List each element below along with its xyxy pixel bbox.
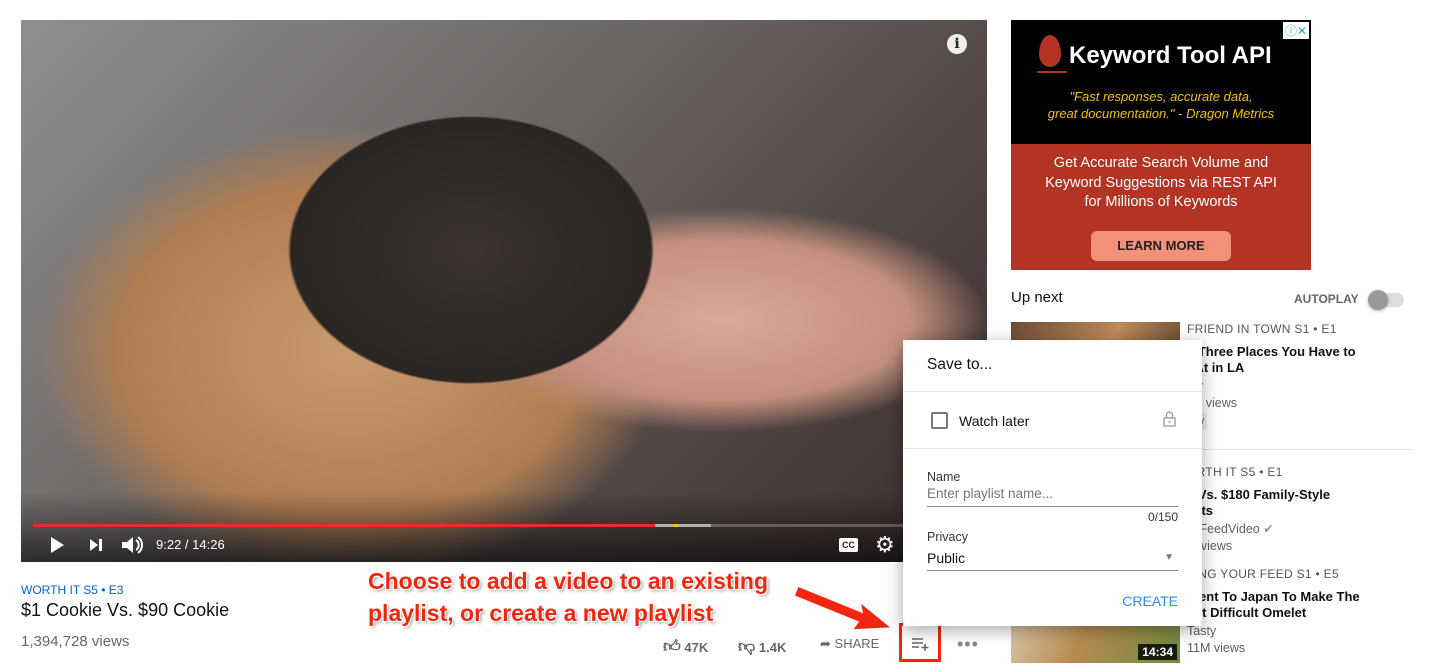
item-title[interactable]: 9 Vs. $180 Family-Style	[1187, 487, 1330, 503]
annotation-line: playlist, or create a new playlist	[368, 600, 714, 626]
item-series: ORTH IT S5 • E1	[1187, 465, 1283, 479]
dialog-title: Save to...	[927, 356, 993, 373]
ad-title: Keyword Tool API	[1069, 42, 1272, 69]
video-player[interactable]: i 9:22 / 14:26 CC ⚙	[21, 20, 987, 562]
privacy-label: Privacy	[927, 530, 968, 544]
list-item[interactable]: ORTH IT S5 • E1 9 Vs. $180 Family-Stylee…	[1187, 464, 1330, 555]
share-icon: ➦	[820, 636, 831, 651]
list-item[interactable]: FRIEND IN TOWN S1 • E1 e Three Places Yo…	[1187, 321, 1356, 430]
duration-badge: 14:34	[1138, 644, 1177, 660]
save-to-playlist-button[interactable]	[899, 623, 941, 662]
ad-logo-underline	[1037, 71, 1067, 73]
playlist-add-icon	[912, 638, 929, 651]
item-title[interactable]: t At in LA	[1187, 360, 1356, 376]
item-title[interactable]: eats	[1187, 503, 1330, 519]
view-count: 1,394,728 views	[21, 633, 130, 650]
learn-more-button[interactable]: LEARN MORE	[1091, 230, 1231, 261]
ad-quote: "Fast responses, accurate data, great doc…	[1011, 88, 1311, 122]
up-next-label: Up next	[1011, 289, 1063, 306]
autoplay-label: AUTOPLAY	[1294, 292, 1359, 306]
char-counter: 0/150	[1147, 510, 1178, 524]
input-underline	[927, 506, 1178, 507]
ad-marker	[673, 524, 678, 527]
video-title: $1 Cookie Vs. $90 Cookie	[21, 600, 230, 620]
annotation-arrow-icon	[793, 585, 894, 631]
progress-bar[interactable]	[33, 524, 975, 527]
item-series: TING YOUR FEED S1 • E5	[1187, 567, 1339, 581]
series-link[interactable]: WORTH IT S5 • E3	[21, 583, 123, 597]
played-bar	[33, 524, 655, 527]
create-button[interactable]: CREATE	[1122, 593, 1178, 609]
item-title[interactable]: ost Difficult Omelet	[1187, 605, 1360, 621]
like-button[interactable]: 👍︎ 47K	[663, 636, 708, 657]
item-views: 11M views	[1187, 641, 1246, 655]
info-icon[interactable]: i	[947, 34, 967, 54]
watch-later-checkbox[interactable]	[931, 412, 948, 429]
time-display: 9:22 / 14:26	[156, 537, 225, 552]
ad-body-line: Get Accurate Search Volume and	[1053, 155, 1269, 171]
list-item[interactable]: TING YOUR FEED S1 • E5 Went To Japan To …	[1187, 566, 1360, 657]
dislike-button[interactable]: 👎︎ 1.4K	[738, 636, 786, 657]
lock-icon	[1163, 411, 1176, 427]
ad-quote-line: "Fast responses, accurate data,	[1069, 89, 1253, 104]
watch-later-label[interactable]: Watch later	[959, 413, 1029, 429]
ad-body-line: Keyword Suggestions via REST API	[1045, 174, 1277, 191]
share-label: SHARE	[834, 636, 880, 651]
item-views: M views	[1187, 539, 1233, 553]
ad-body-line: for Millions of Keywords	[1084, 194, 1238, 210]
ad-close-icon[interactable]: ⓘ✕	[1282, 22, 1309, 39]
cc-icon[interactable]: CC	[839, 538, 858, 552]
ad-logo-flame	[1039, 35, 1061, 67]
privacy-dropdown[interactable]: Public ▼	[927, 550, 1178, 570]
verified-icon: ✔	[1263, 522, 1274, 536]
item-views: 4K views	[1187, 396, 1238, 410]
privacy-value: Public	[927, 550, 966, 566]
divider	[1187, 449, 1413, 450]
annotation-line: Choose to add a video to an existing	[368, 568, 768, 594]
item-title[interactable]: Went To Japan To Make The	[1187, 589, 1360, 605]
thumbs-down-icon: 👎︎	[738, 637, 756, 656]
ad-quote-line: great documentation." - Dragon Metrics	[1047, 106, 1275, 121]
item-series: FRIEND IN TOWN S1 • E1	[1187, 322, 1337, 336]
next-icon[interactable]	[89, 538, 103, 552]
save-to-dialog: Save to... Watch later Name 0/150 Privac…	[903, 340, 1202, 626]
ad-banner[interactable]: Keyword Tool API "Fast responses, accura…	[1011, 20, 1311, 270]
settings-icon[interactable]: ⚙	[875, 532, 895, 558]
item-channel: sty	[1187, 378, 1356, 395]
volume-icon[interactable]	[121, 535, 143, 555]
share-button[interactable]: ➦ SHARE	[820, 636, 879, 652]
playlist-name-input[interactable]	[927, 486, 1178, 501]
divider	[903, 448, 1202, 449]
item-channel: Tasty	[1187, 624, 1217, 638]
divider	[903, 391, 1202, 392]
more-actions-icon[interactable]: •••	[957, 634, 979, 655]
autoplay-toggle[interactable]	[1368, 290, 1404, 310]
name-label: Name	[927, 470, 961, 484]
thumbs-up-icon: 👍︎	[663, 637, 681, 656]
play-icon[interactable]	[49, 536, 65, 554]
dropdown-arrow-icon: ▼	[1164, 552, 1174, 563]
like-count: 47K	[684, 640, 709, 655]
dropdown-underline	[927, 570, 1178, 571]
dislike-count: 1.4K	[758, 640, 787, 655]
item-title[interactable]: e Three Places You Have to	[1187, 344, 1356, 360]
